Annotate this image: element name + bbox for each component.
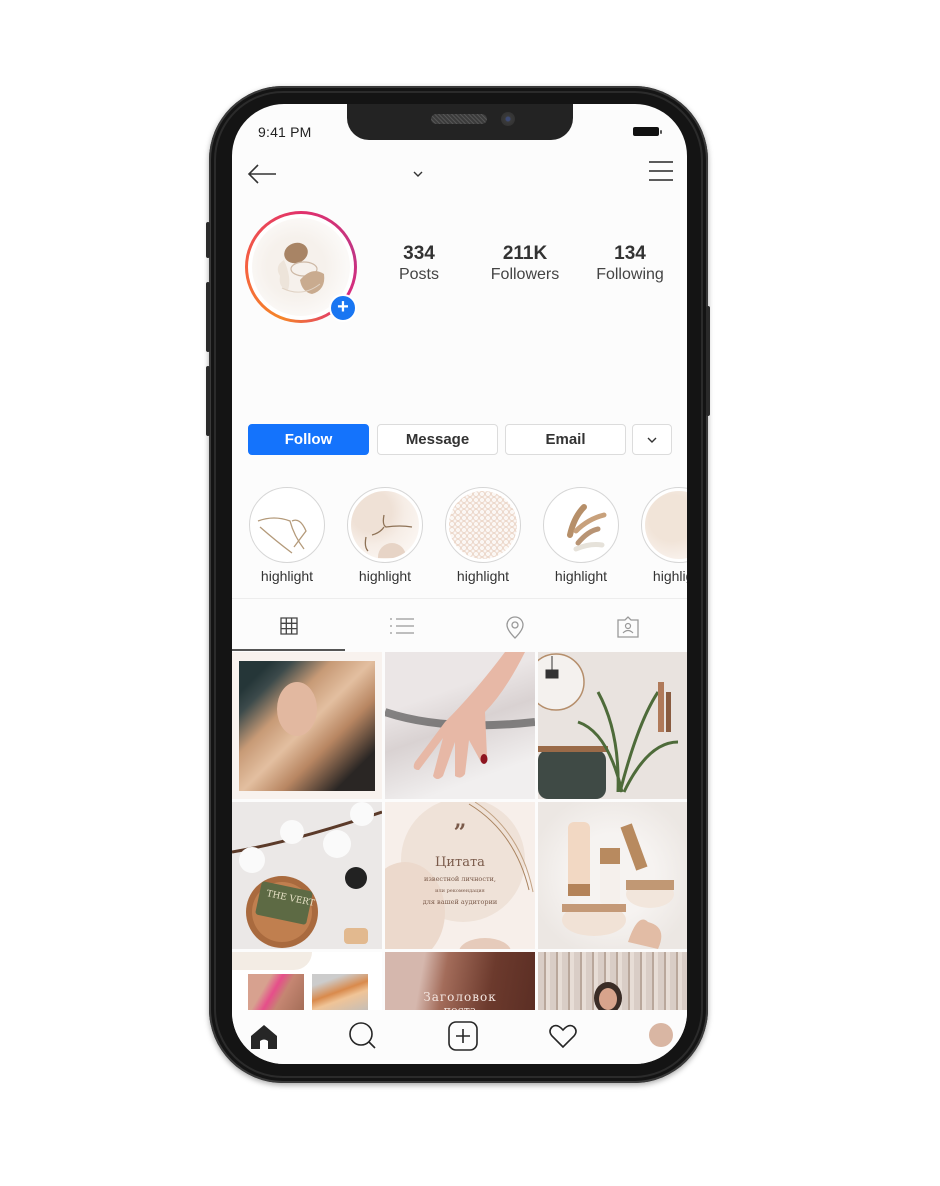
person-face [599,988,617,1010]
mute-switch [206,222,210,258]
highlight-cover [449,491,517,559]
home-icon [251,1025,277,1049]
paper-texture [232,952,312,970]
quote-line-2: или рекомендация [435,888,485,894]
highlight-ring [445,487,521,563]
volume-up-button [206,282,210,352]
highlight-ring [543,487,619,563]
post-thumbnail[interactable] [385,652,535,799]
highlight-label: highlight [260,568,314,584]
post-thumbnail[interactable]: THE VERT [232,802,382,949]
stat-posts[interactable]: 334 Posts [382,243,456,285]
followers-label: Followers [490,266,560,283]
highlight-cover [645,491,687,559]
volume-down-button [206,366,210,436]
post-image [538,653,679,799]
highlight-item[interactable]: highlight [541,487,621,584]
highlight-item[interactable]: highlight [639,487,687,584]
tagged-person-icon [616,616,639,638]
highlight-label: highlight [652,568,687,584]
add-post-icon [448,1021,478,1051]
following-label: Following [596,266,664,283]
followers-count: 211K [502,243,548,264]
face-shape [277,682,317,736]
tab-location[interactable] [458,604,571,650]
highlight-label: highlight [358,568,412,584]
highlight-label: highlight [456,568,510,584]
quote-title: Цитата [435,855,485,870]
post-thumbnail[interactable]: ” Цитата известной личности, или рекомен… [385,802,535,949]
bottom-navigation [232,1010,687,1064]
post-image [562,822,674,949]
nav-profile-avatar[interactable] [649,1023,673,1047]
active-tab-indicator [232,649,345,651]
grid-icon [279,617,298,635]
highlight-item[interactable]: highlight [443,487,523,584]
following-count: 134 [614,243,646,264]
nav-new-post[interactable] [447,1020,479,1052]
collage-photo-makeup [248,974,304,1012]
chevron-down-icon [647,437,657,443]
front-camera [501,112,515,126]
list-icon [389,618,414,634]
highlight-ring [641,487,687,563]
collage-photo-perfume [312,974,368,1012]
power-button [706,306,710,416]
follow-button[interactable]: Follow [248,424,369,455]
stat-followers[interactable]: 211K Followers [482,243,568,285]
post-thumbnail[interactable] [538,652,687,799]
highlight-cover [547,491,615,559]
hamburger-menu-icon[interactable] [648,160,674,182]
post-thumbnail[interactable] [232,652,382,799]
highlight-cover [351,491,419,559]
post-image [385,652,535,779]
highlight-ring [347,487,423,563]
email-button[interactable]: Email [505,424,626,455]
location-pin-icon [505,616,524,639]
chevron-down-icon[interactable] [412,166,424,177]
highlight-label: highlight [554,568,608,584]
arrow-left-icon[interactable] [246,162,278,186]
posts-count: 334 [403,243,435,264]
post-image [232,802,382,948]
post-thumbnail[interactable] [232,952,382,1012]
tab-grid[interactable] [232,604,345,650]
search-icon [349,1022,376,1049]
highlight-item[interactable]: highlight [345,487,425,584]
battery-full-icon [633,127,662,136]
stat-following[interactable]: 134 Following [588,243,672,285]
nav-home[interactable] [248,1020,280,1052]
divider [232,598,687,599]
post-title: Заголовок [423,990,497,1004]
quote-line-1: известной личности, [424,875,496,883]
more-options-button[interactable] [632,424,672,455]
speaker-grille [431,114,487,124]
heart-icon [549,1024,577,1049]
post-thumbnail[interactable]: Заголовок поста [385,952,535,1012]
highlight-ring [249,487,325,563]
quote-mark: ” [453,820,467,846]
notch [347,104,573,140]
highlight-item[interactable]: highlight [247,487,327,584]
add-story-button[interactable]: + [329,294,357,322]
status-time: 9:41 PM [258,124,312,140]
post-thumbnail[interactable] [538,802,687,949]
highlight-cover [253,491,321,559]
tab-tagged[interactable] [571,604,684,650]
tab-list[interactable] [345,604,458,650]
phone-screen: 9:41 PM + 334 Posts 211K Followers 134 F… [232,104,687,1064]
quote-line-3: для вашей аудитории [422,898,498,906]
nav-activity[interactable] [547,1020,579,1052]
posts-label: Posts [398,266,439,283]
nav-search[interactable] [347,1020,379,1052]
message-button[interactable]: Message [377,424,498,455]
post-thumbnail[interactable] [538,952,687,1012]
